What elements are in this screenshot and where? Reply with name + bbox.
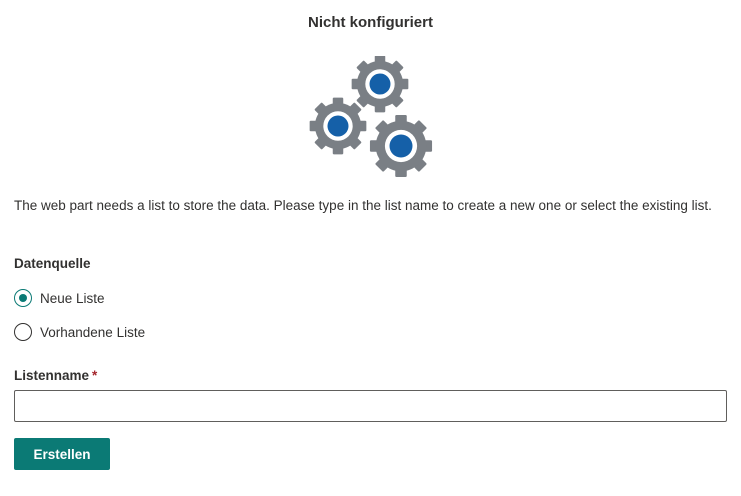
- listname-input[interactable]: [14, 390, 727, 422]
- description-text: The web part needs a list to store the d…: [14, 198, 712, 213]
- radio-button-existing-list[interactable]: [14, 323, 32, 341]
- radio-option-existing-list[interactable]: Vorhandene Liste: [14, 322, 145, 342]
- page-title: Nicht konfiguriert: [307, 14, 433, 31]
- gears-icon: [309, 56, 433, 178]
- required-asterisk: *: [92, 368, 98, 383]
- radio-label-new-list: Neue Liste: [40, 290, 105, 306]
- listname-label: Listenname *: [14, 368, 97, 383]
- create-button[interactable]: Erstellen: [14, 438, 110, 470]
- radio-button-new-list[interactable]: [14, 289, 32, 307]
- listname-label-text: Listenname: [14, 368, 90, 383]
- datasource-label: Datenquelle: [14, 256, 91, 271]
- radio-label-existing-list: Vorhandene Liste: [40, 324, 146, 340]
- radio-option-new-list[interactable]: Neue Liste: [14, 288, 105, 308]
